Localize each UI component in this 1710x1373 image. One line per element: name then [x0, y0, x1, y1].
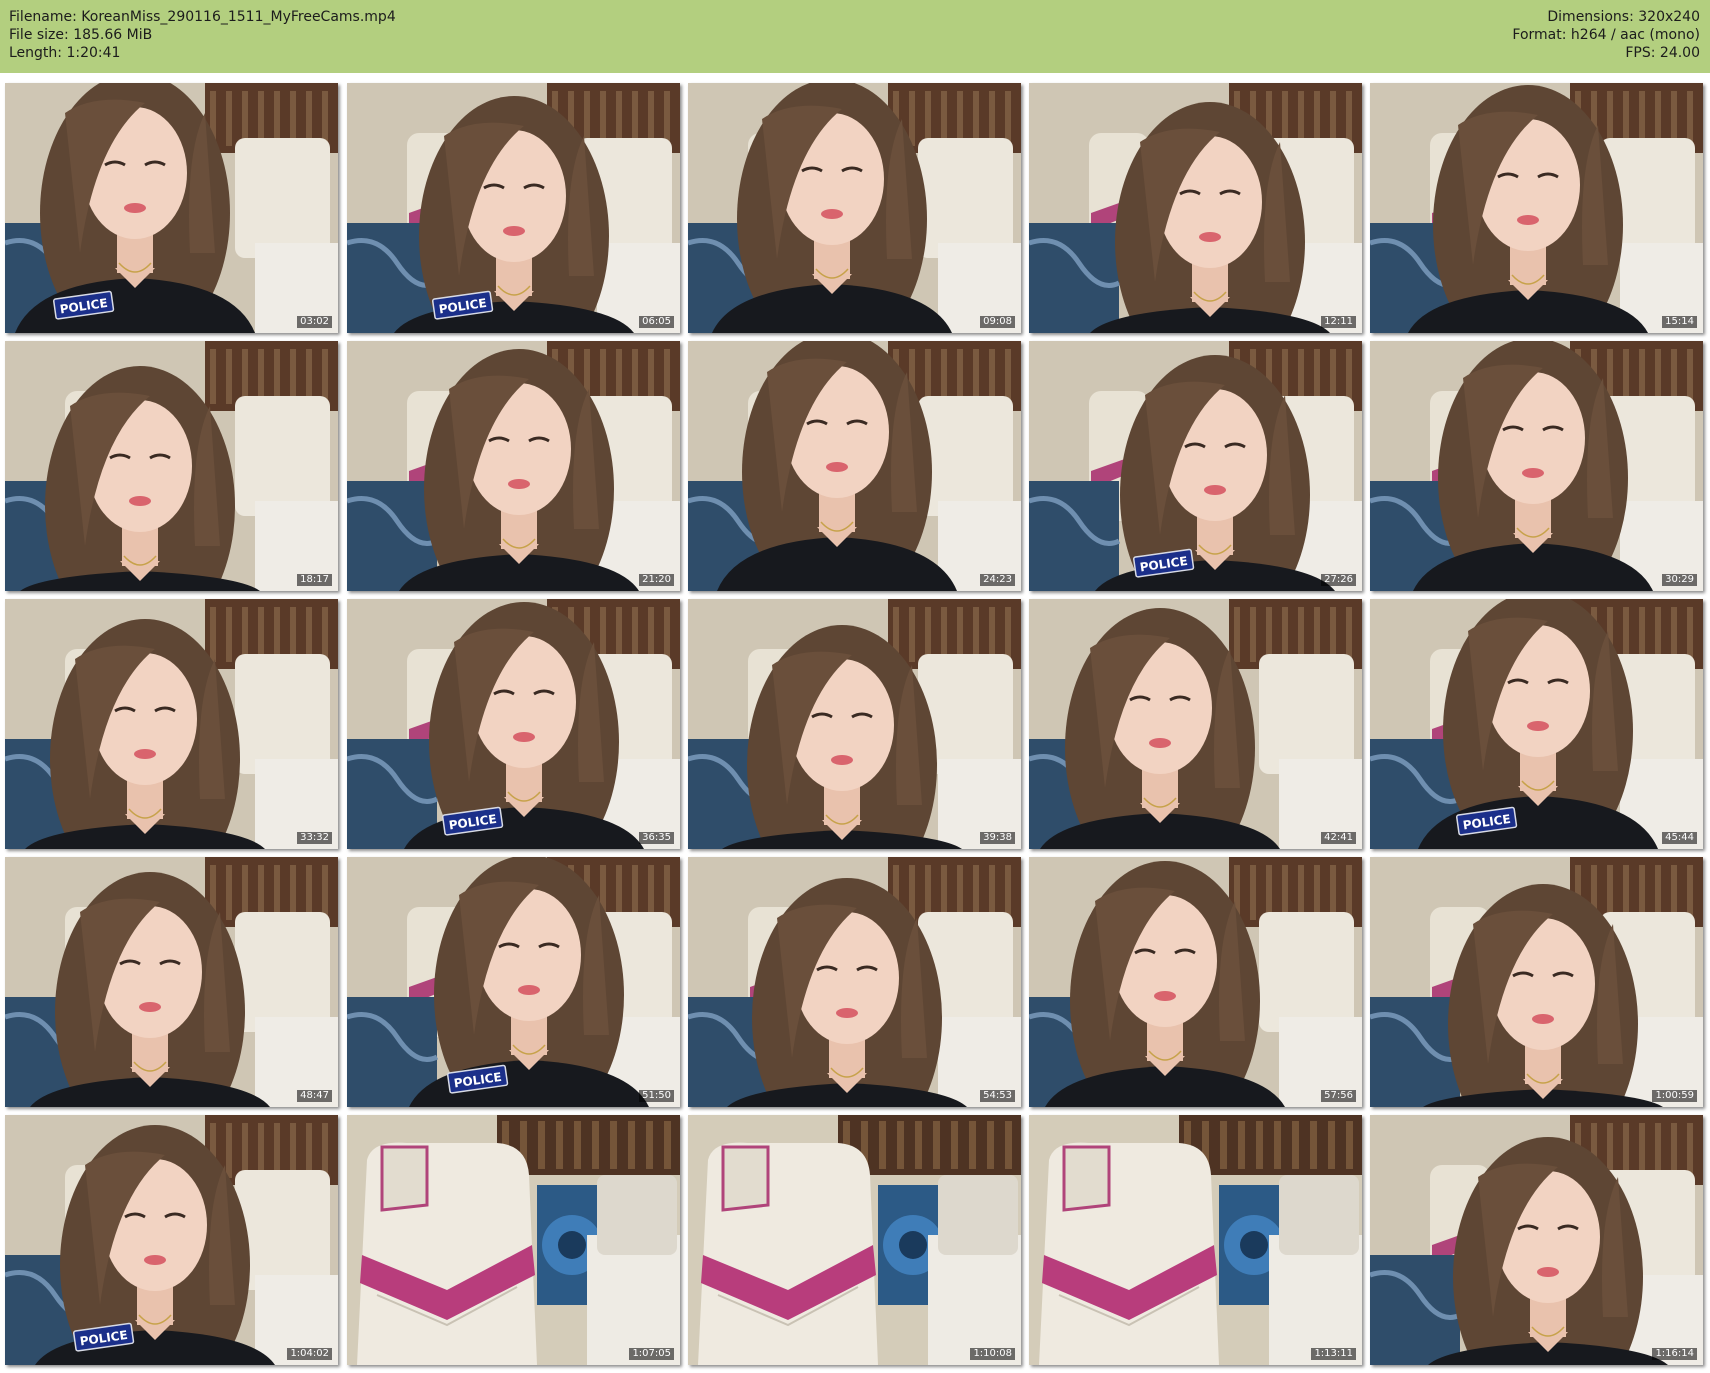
- thumbnail-timestamp: 1:16:14: [1652, 1348, 1697, 1360]
- thumbnail-frame-image: [1029, 83, 1362, 333]
- thumbnail-timestamp: 21:20: [639, 574, 674, 586]
- video-thumbnail: POLICE 06:05: [347, 83, 680, 333]
- thumbnail-frame-image: [347, 341, 680, 591]
- thumbnail-frame-image: [1029, 599, 1362, 849]
- video-thumbnail: 1:13:11: [1029, 1115, 1362, 1365]
- thumbnail-frame-image: POLICE: [1370, 599, 1703, 849]
- thumbnail-timestamp: 24:23: [980, 574, 1015, 586]
- video-thumbnail: POLICE 36:35: [347, 599, 680, 849]
- thumbnail-frame-image: POLICE: [1029, 341, 1362, 591]
- video-thumbnail: 24:23: [688, 341, 1021, 591]
- thumbnail-timestamp: 18:17: [297, 574, 332, 586]
- thumbnail-frame-image: [1370, 1115, 1703, 1365]
- thumbnail-frame-image: [5, 857, 338, 1107]
- thumbnail-timestamp: 1:10:08: [970, 1348, 1015, 1360]
- thumbnail-frame-image: [688, 857, 1021, 1107]
- thumbnail-timestamp: 1:00:59: [1652, 1090, 1697, 1102]
- thumbnail-timestamp: 1:04:02: [287, 1348, 332, 1360]
- thumbnail-frame-image: POLICE: [347, 83, 680, 333]
- thumbnail-timestamp: 09:08: [980, 316, 1015, 328]
- thumbnail-frame-image: [688, 341, 1021, 591]
- thumbnail-frame-image: [347, 1115, 680, 1365]
- video-thumbnail: 33:32: [5, 599, 338, 849]
- video-thumbnail: POLICE 51:50: [347, 857, 680, 1107]
- thumbnail-timestamp: 1:13:11: [1311, 1348, 1356, 1360]
- video-thumbnail: 57:56: [1029, 857, 1362, 1107]
- thumbnail-timestamp: 1:07:05: [629, 1348, 674, 1360]
- video-thumbnail: POLICE 27:26: [1029, 341, 1362, 591]
- video-thumbnail: 1:07:05: [347, 1115, 680, 1365]
- thumbnail-frame-image: POLICE: [5, 83, 338, 333]
- video-thumbnail: 54:53: [688, 857, 1021, 1107]
- video-thumbnail: 1:00:59: [1370, 857, 1703, 1107]
- video-thumbnail: 1:16:14: [1370, 1115, 1703, 1365]
- thumbnail-timestamp: 51:50: [639, 1090, 674, 1102]
- thumbnail-timestamp: 15:14: [1662, 316, 1697, 328]
- thumbnail-frame-image: [5, 599, 338, 849]
- thumbnail-frame-image: [1029, 857, 1362, 1107]
- thumbnail-frame-image: [1370, 341, 1703, 591]
- thumbnail-frame-image: [688, 83, 1021, 333]
- video-thumbnail: 1:10:08: [688, 1115, 1021, 1365]
- thumbnail-timestamp: 12:11: [1321, 316, 1356, 328]
- video-thumbnail: 39:38: [688, 599, 1021, 849]
- thumbnail-timestamp: 27:26: [1321, 574, 1356, 586]
- video-thumbnail: 15:14: [1370, 83, 1703, 333]
- thumbnail-timestamp: 42:41: [1321, 832, 1356, 844]
- thumbnail-frame-image: [1029, 1115, 1362, 1365]
- thumbnail-frame-image: [688, 1115, 1021, 1365]
- video-thumbnail: POLICE 45:44: [1370, 599, 1703, 849]
- video-thumbnail: POLICE 1:04:02: [5, 1115, 338, 1365]
- thumbnail-timestamp: 39:38: [980, 832, 1015, 844]
- thumbnail-timestamp: 48:47: [297, 1090, 332, 1102]
- thumbnail-frame-image: [1370, 857, 1703, 1107]
- thumbnail-frame-image: POLICE: [347, 857, 680, 1107]
- video-thumbnail: 12:11: [1029, 83, 1362, 333]
- thumbnail-frame-image: [1370, 83, 1703, 333]
- thumbnail-timestamp: 45:44: [1662, 832, 1697, 844]
- video-thumbnail: 30:29: [1370, 341, 1703, 591]
- thumbnail-frame-image: POLICE: [5, 1115, 338, 1365]
- video-thumbnail: 21:20: [347, 341, 680, 591]
- video-thumbnail: 09:08: [688, 83, 1021, 333]
- thumbnail-frame-image: POLICE: [347, 599, 680, 849]
- thumbnail-timestamp: 06:05: [639, 316, 674, 328]
- video-thumbnail: 18:17: [5, 341, 338, 591]
- video-thumbnail: 48:47: [5, 857, 338, 1107]
- thumbnail-grid: POLICE 03:02 POLICE 06:05 09:08 12:11 15:14 18:…: [0, 0, 1710, 1373]
- thumbnail-timestamp: 03:02: [297, 316, 332, 328]
- thumbnail-frame-image: [688, 599, 1021, 849]
- thumbnail-timestamp: 54:53: [980, 1090, 1015, 1102]
- thumbnail-timestamp: 36:35: [639, 832, 674, 844]
- video-thumbnail: 42:41: [1029, 599, 1362, 849]
- thumbnail-timestamp: 33:32: [297, 832, 332, 844]
- thumbnail-timestamp: 57:56: [1321, 1090, 1356, 1102]
- video-thumbnail: POLICE 03:02: [5, 83, 338, 333]
- thumbnail-frame-image: [5, 341, 338, 591]
- thumbnail-timestamp: 30:29: [1662, 574, 1697, 586]
